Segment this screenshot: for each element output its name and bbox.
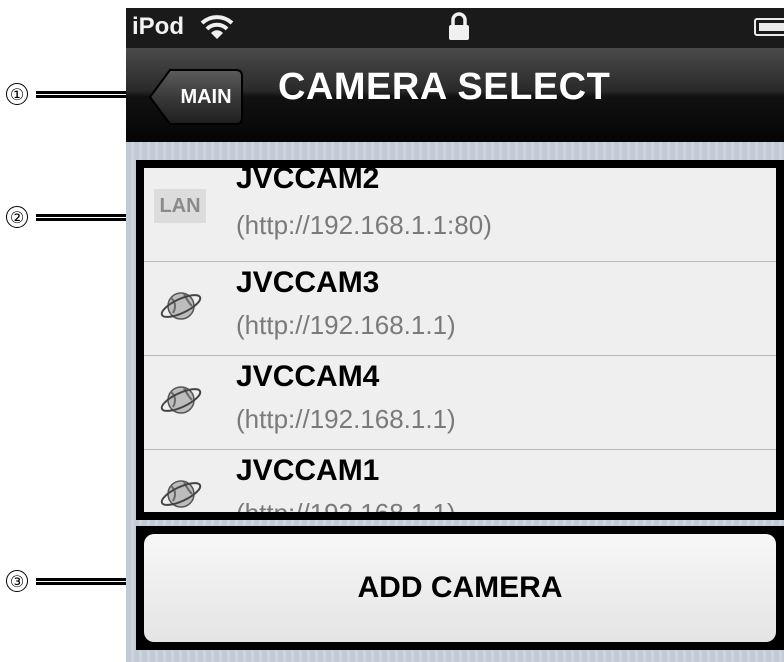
main-back-button[interactable]: MAIN <box>148 68 244 126</box>
camera-url: (http://192.168.1.1:80) <box>236 210 492 240</box>
back-button-label: MAIN <box>180 86 232 108</box>
lock-icon <box>449 12 469 40</box>
callout-number: ② <box>6 206 28 228</box>
camera-name: JVCCAM4 <box>236 360 380 393</box>
camera-url: (http://192.168.1.1) <box>236 404 456 434</box>
page-title: CAMERA SELECT <box>278 66 611 108</box>
lan-badge: LAN <box>154 189 206 223</box>
callout-3: ③ <box>6 570 140 592</box>
camera-row[interactable]: JVCCAM1 (http://192.168.1.1) <box>144 450 776 512</box>
battery-icon <box>754 18 784 36</box>
callout-number: ③ <box>6 570 28 592</box>
camera-url: (http://192.168.1.1) <box>236 310 456 340</box>
navigation-bar: MAIN CAMERA SELECT <box>126 48 784 142</box>
camera-list-frame: LAN JVCCAM2 (http://192.168.1.1:80) JVCC… <box>136 160 784 520</box>
globe-icon <box>160 480 202 508</box>
camera-name: JVCCAM1 <box>236 454 380 487</box>
camera-url: (http://192.168.1.1) <box>236 498 456 512</box>
camera-row[interactable]: JVCCAM3 (http://192.168.1.1) <box>144 262 776 356</box>
camera-name: JVCCAM3 <box>236 266 380 299</box>
camera-row[interactable]: LAN JVCCAM2 (http://192.168.1.1:80) <box>144 168 776 262</box>
add-camera-button[interactable]: ADD CAMERA <box>144 534 776 642</box>
content-area: LAN JVCCAM2 (http://192.168.1.1:80) JVCC… <box>126 142 784 662</box>
callout-2: ② <box>6 206 140 228</box>
callout-1: ① <box>6 83 146 105</box>
camera-name: JVCCAM2 <box>236 168 380 195</box>
globe-icon <box>160 386 202 414</box>
callout-number: ① <box>6 83 28 105</box>
callout-leader <box>36 577 140 585</box>
wifi-icon <box>200 15 234 39</box>
phone-screen: iPod MAIN CAMERA SELECT LAN JVCCAM2 (htt… <box>126 8 784 662</box>
camera-list[interactable]: LAN JVCCAM2 (http://192.168.1.1:80) JVCC… <box>144 168 776 512</box>
carrier-label: iPod <box>132 13 184 40</box>
status-bar: iPod <box>126 8 784 48</box>
add-camera-frame: ADD CAMERA <box>136 526 784 650</box>
globe-icon <box>160 292 202 320</box>
camera-row[interactable]: JVCCAM4 (http://192.168.1.1) <box>144 356 776 450</box>
callout-leader <box>36 213 140 221</box>
